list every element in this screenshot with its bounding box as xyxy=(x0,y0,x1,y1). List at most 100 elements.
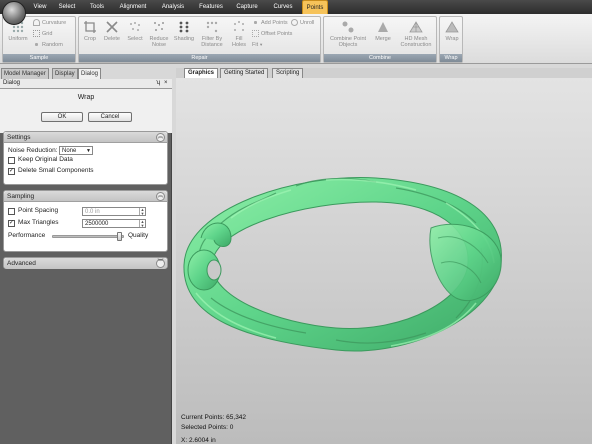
menu-curves[interactable]: Curves xyxy=(270,0,296,14)
quality-slider-thumb[interactable] xyxy=(117,232,123,241)
ring-model[interactable] xyxy=(176,78,592,444)
combine-icon xyxy=(342,21,354,33)
dialog-titlebar: Dialog ʮ × xyxy=(0,79,172,89)
curvature-icon xyxy=(33,19,40,27)
wrap-label: Wrap xyxy=(445,36,459,42)
menu-select[interactable]: Select xyxy=(55,0,79,14)
tab-display[interactable]: Display xyxy=(52,68,78,79)
filter-by-distance-button[interactable]: Filter By Distance xyxy=(198,20,226,48)
noise-reduction-value: None xyxy=(62,148,77,154)
tab-scripting[interactable]: Scripting xyxy=(272,68,304,78)
delete-small-checkbox[interactable]: ✓ xyxy=(8,168,15,175)
ribbon-group-wrap: Wrap Wrap xyxy=(439,16,463,63)
reduce-noise-icon xyxy=(154,22,164,31)
cancel-button[interactable]: Cancel xyxy=(88,112,132,122)
app-logo[interactable] xyxy=(2,1,26,25)
add-points-label: Add Points xyxy=(261,20,288,26)
wrap-button[interactable]: Wrap xyxy=(442,20,462,42)
select-label: Select xyxy=(127,36,143,42)
unroll-button[interactable]: Unroll xyxy=(291,19,314,27)
performance-label: Performance xyxy=(8,232,46,239)
wrap-group-title: Wrap xyxy=(440,54,462,62)
dialog-panel: Dialog ʮ × Wrap OK Cancel Settings ︽ Noi… xyxy=(0,79,172,444)
crop-icon xyxy=(84,21,96,33)
select-button[interactable]: Select xyxy=(124,20,146,42)
advanced-title: Advanced xyxy=(7,260,36,267)
grid-label: Grid xyxy=(42,31,53,37)
max-triangles-value: 2500000 xyxy=(85,221,109,227)
noise-reduction-select[interactable]: None ▼ xyxy=(59,146,93,155)
advanced-header[interactable]: Advanced ︾ xyxy=(4,258,167,269)
chevron-down-icon[interactable]: ︾ xyxy=(156,259,165,268)
spinner-icon[interactable]: ▲ ▼ xyxy=(139,208,145,215)
add-points-icon xyxy=(252,19,259,27)
menu-features[interactable]: Features xyxy=(196,0,226,14)
max-triangles-input[interactable]: 2500000 ▲ ▼ xyxy=(82,219,146,228)
offset-points-button[interactable]: Offset Points xyxy=(252,30,292,38)
advanced-section: Advanced ︾ xyxy=(3,257,168,269)
pin-icon[interactable]: ʮ xyxy=(156,80,160,86)
tab-getting-started[interactable]: Getting Started xyxy=(220,68,269,78)
menu-view[interactable]: View xyxy=(30,0,50,14)
hd-mesh-label: HD Mesh Construction xyxy=(400,36,432,48)
offset-points-label: Offset Points xyxy=(261,31,293,37)
quality-slider[interactable] xyxy=(52,235,124,238)
ribbon: Uniform Curvature Grid Random Sample Cro… xyxy=(0,14,592,64)
close-icon[interactable]: × xyxy=(164,80,168,86)
point-spacing-input[interactable]: 0.0 in ▲ ▼ xyxy=(82,207,146,216)
tab-dialog[interactable]: Dialog xyxy=(78,68,102,79)
delete-button[interactable]: Delete xyxy=(101,20,123,42)
merge-icon xyxy=(378,22,388,32)
point-spacing-checkbox[interactable] xyxy=(8,208,15,215)
checkmark-icon: ✓ xyxy=(9,168,15,174)
random-icon xyxy=(33,41,40,49)
fit-button[interactable]: Fit▼ xyxy=(252,41,263,49)
menu-capture[interactable]: Capture xyxy=(233,0,261,14)
menu-bar: View Select Tools Alignment Analysis Fea… xyxy=(0,0,592,25)
sample-group-title: Sample xyxy=(3,54,75,62)
fit-label: Fit xyxy=(252,42,259,48)
menu-points[interactable]: Points xyxy=(302,0,328,14)
shading-button[interactable]: Shading xyxy=(172,20,196,42)
graphics-viewport[interactable]: Current Points: 65,342 Selected Points: … xyxy=(176,78,592,444)
crop-button[interactable]: Crop xyxy=(81,20,99,42)
ok-button[interactable]: OK xyxy=(41,112,83,122)
offset-points-icon xyxy=(252,30,259,38)
spinner-icon[interactable]: ▲ ▼ xyxy=(139,220,145,227)
sampling-header[interactable]: Sampling ︽ xyxy=(4,191,167,202)
fill-holes-button[interactable]: Fill Holes xyxy=(228,20,250,48)
shading-icon xyxy=(179,21,189,33)
settings-header[interactable]: Settings ︽ xyxy=(4,132,167,143)
tab-graphics[interactable]: Graphics xyxy=(184,68,219,78)
chevron-up-icon[interactable]: ︽ xyxy=(156,133,165,142)
dialog-title: Wrap xyxy=(77,94,95,101)
max-triangles-checkbox[interactable]: ✓ xyxy=(8,220,15,227)
keep-original-checkbox[interactable] xyxy=(8,157,15,164)
random-button[interactable]: Random xyxy=(33,41,63,49)
combine-point-objects-button[interactable]: Combine Point Objects xyxy=(326,20,370,48)
merge-label: Merge xyxy=(375,36,391,42)
chevron-up-icon[interactable]: ︽ xyxy=(156,192,165,201)
fill-holes-icon xyxy=(234,21,244,31)
merge-button[interactable]: Merge xyxy=(372,20,394,42)
settings-section: Settings ︽ Noise Reduction: None ▼ Keep … xyxy=(3,131,168,185)
unroll-label: Unroll xyxy=(300,20,315,26)
sampling-title: Sampling xyxy=(7,193,35,200)
ribbon-group-combine: Combine Point Objects Merge HD Mesh Cons… xyxy=(323,16,437,63)
curvature-button[interactable]: Curvature xyxy=(33,19,66,27)
menu-analysis[interactable]: Analysis xyxy=(158,0,188,14)
add-points-button[interactable]: Add Points xyxy=(252,19,288,27)
menu-tools[interactable]: Tools xyxy=(86,0,108,14)
tab-model-manager[interactable]: Model Manager xyxy=(1,68,49,79)
wrap-icon xyxy=(445,21,459,33)
select-icon xyxy=(130,22,140,31)
hd-mesh-construction-button[interactable]: HD Mesh Construction xyxy=(396,20,436,48)
grid-button[interactable]: Grid xyxy=(33,30,52,38)
chevron-down-icon: ▼ xyxy=(86,148,91,154)
fill-holes-label: Fill Holes xyxy=(231,36,247,48)
reduce-noise-button[interactable]: Reduce Noise xyxy=(147,20,171,48)
viewport-tabs: Graphics Getting Started Scripting xyxy=(176,68,592,78)
ribbon-group-repair: Crop Delete Select Reduce Noise Shading … xyxy=(78,16,321,63)
menu-alignment[interactable]: Alignment xyxy=(116,0,150,14)
dialog-panel-title: Dialog xyxy=(3,80,21,86)
